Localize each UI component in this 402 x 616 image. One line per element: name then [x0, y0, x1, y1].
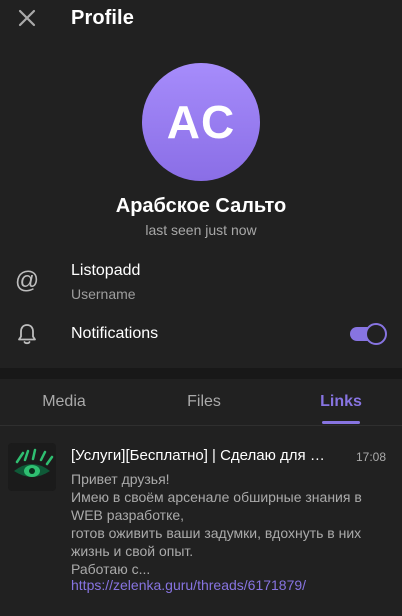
avatar[interactable]: AC [142, 63, 260, 181]
link-item[interactable]: [Услуги][Бесплатно] | Сделаю для … 17:08… [0, 436, 402, 606]
notifications-toggle[interactable] [350, 323, 387, 345]
page-title: Profile [71, 7, 134, 29]
link-description: Привет друзья! Имею в своём арсенале обш… [71, 471, 362, 577]
close-icon[interactable] [16, 7, 38, 29]
active-tab-indicator [322, 421, 360, 424]
username-value[interactable]: Listopadd [71, 262, 140, 280]
last-seen-status: last seen just now [145, 222, 257, 238]
at-sign-icon: @ [14, 267, 40, 294]
notifications-label: Notifications [71, 325, 159, 342]
avatar-initials: AC [166, 96, 236, 148]
profile-name: Арабское Сальто [115, 195, 287, 217]
link-time: 17:08 [356, 450, 387, 464]
bell-icon [14, 321, 40, 347]
header: Profile [0, 0, 402, 38]
tab-links[interactable]: Links [299, 379, 383, 425]
link-url[interactable]: https://zelenka.guru/threads/6171879/ [71, 577, 306, 593]
link-title: [Услуги][Бесплатно] | Сделаю для … [71, 447, 325, 464]
tab-media[interactable]: Media [22, 379, 106, 425]
tab-files[interactable]: Files [162, 379, 246, 425]
username-label: Username [71, 286, 136, 302]
section-divider [0, 368, 402, 379]
toggle-knob [365, 323, 387, 345]
shared-media-tabs: Media Files Links [0, 379, 402, 426]
link-thumbnail [8, 443, 56, 491]
